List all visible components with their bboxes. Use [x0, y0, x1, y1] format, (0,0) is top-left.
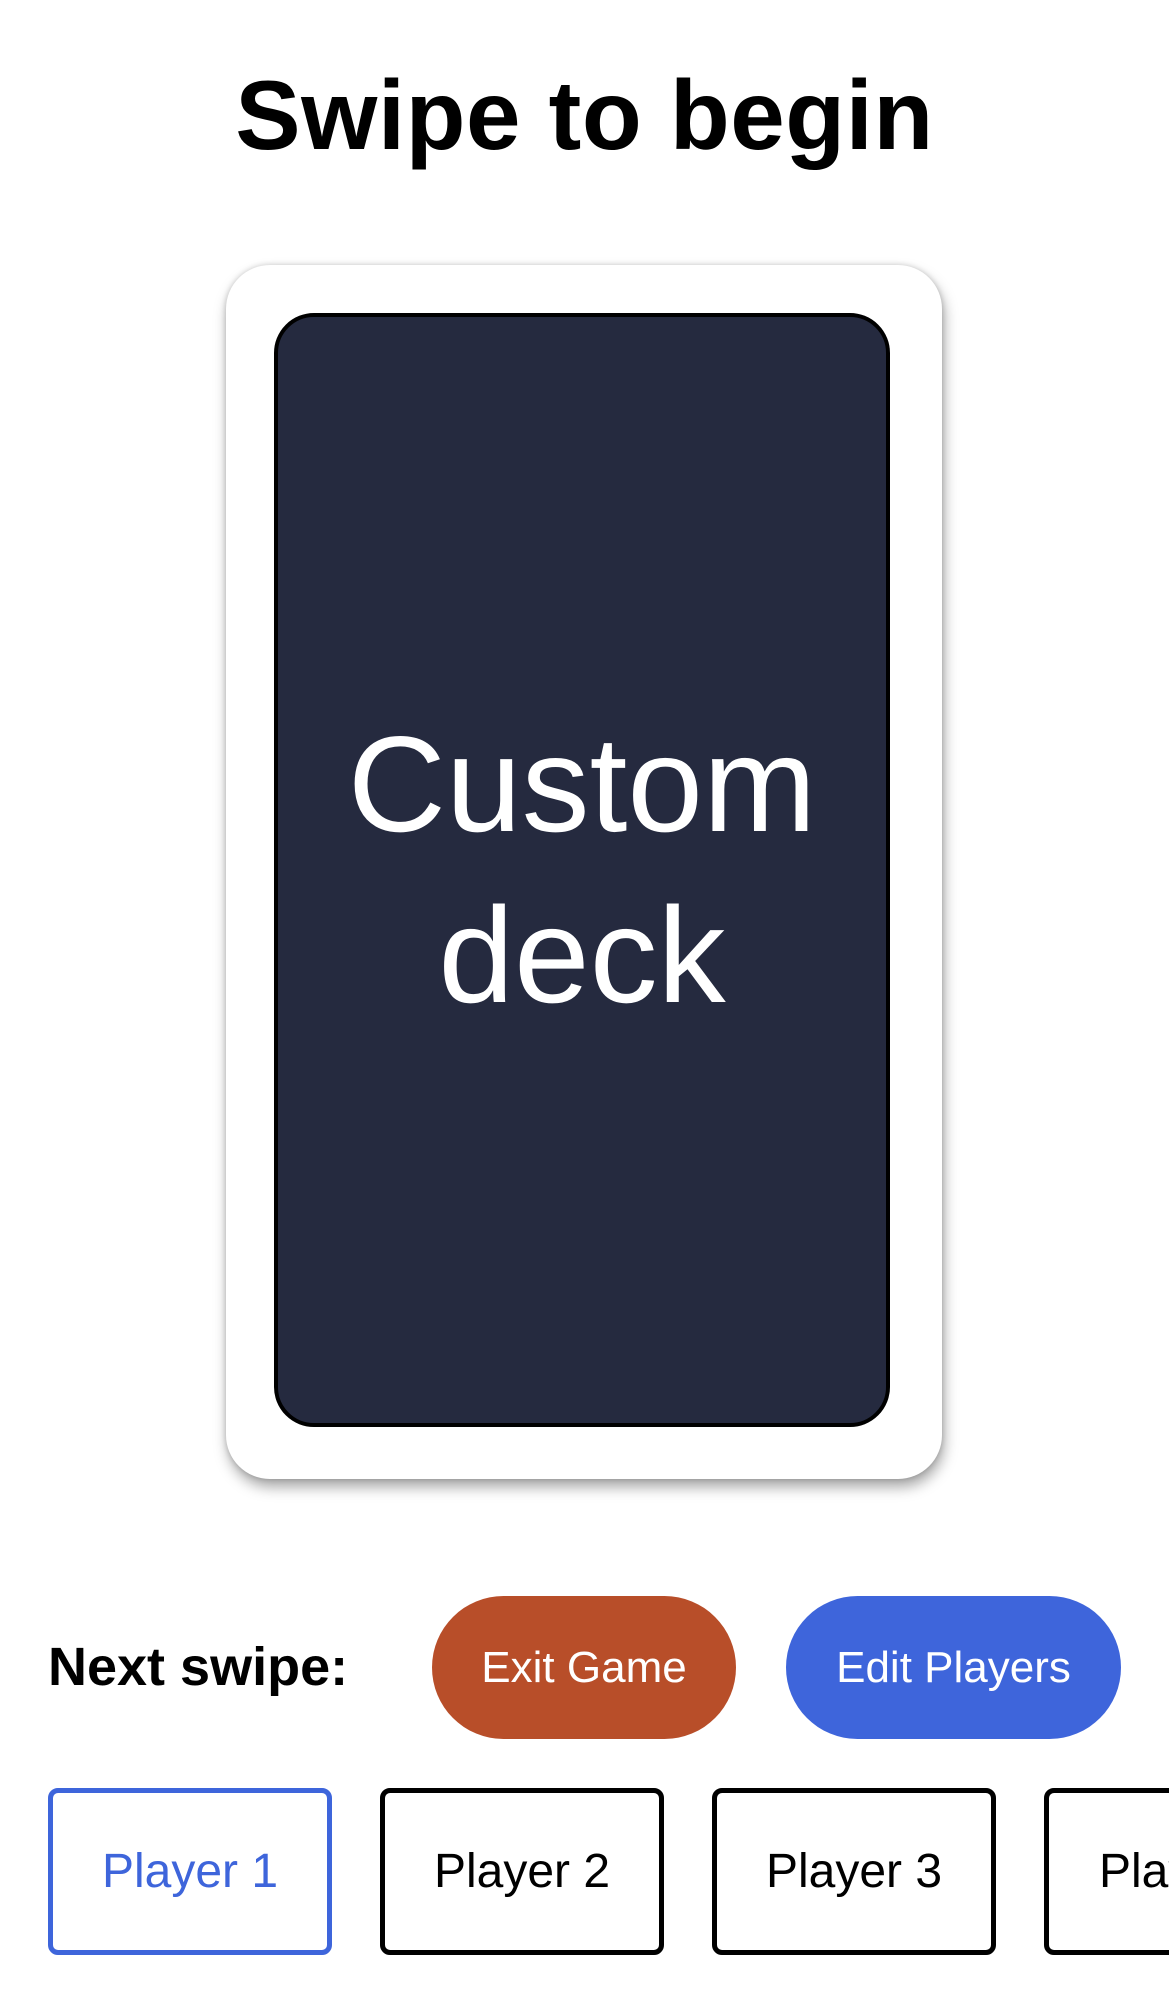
exit-game-button[interactable]: Exit Game [432, 1596, 736, 1739]
page-title: Swipe to begin [235, 60, 934, 170]
player-selector: Player 1 Player 2 Player 3 Play [0, 1788, 1169, 1958]
player-button-3[interactable]: Player 3 [712, 1788, 996, 1955]
deck-card[interactable]: Custom deck [226, 265, 942, 1479]
edit-players-button[interactable]: Edit Players [786, 1596, 1121, 1739]
player-button-2[interactable]: Player 2 [380, 1788, 664, 1955]
player-button-4[interactable]: Play [1044, 1788, 1169, 1955]
player-button-1[interactable]: Player 1 [48, 1788, 332, 1955]
deck-card-label: Custom deck [347, 707, 817, 1031]
deck-card-face[interactable]: Custom deck [274, 313, 890, 1427]
next-swipe-label: Next swipe: [48, 1637, 349, 1697]
